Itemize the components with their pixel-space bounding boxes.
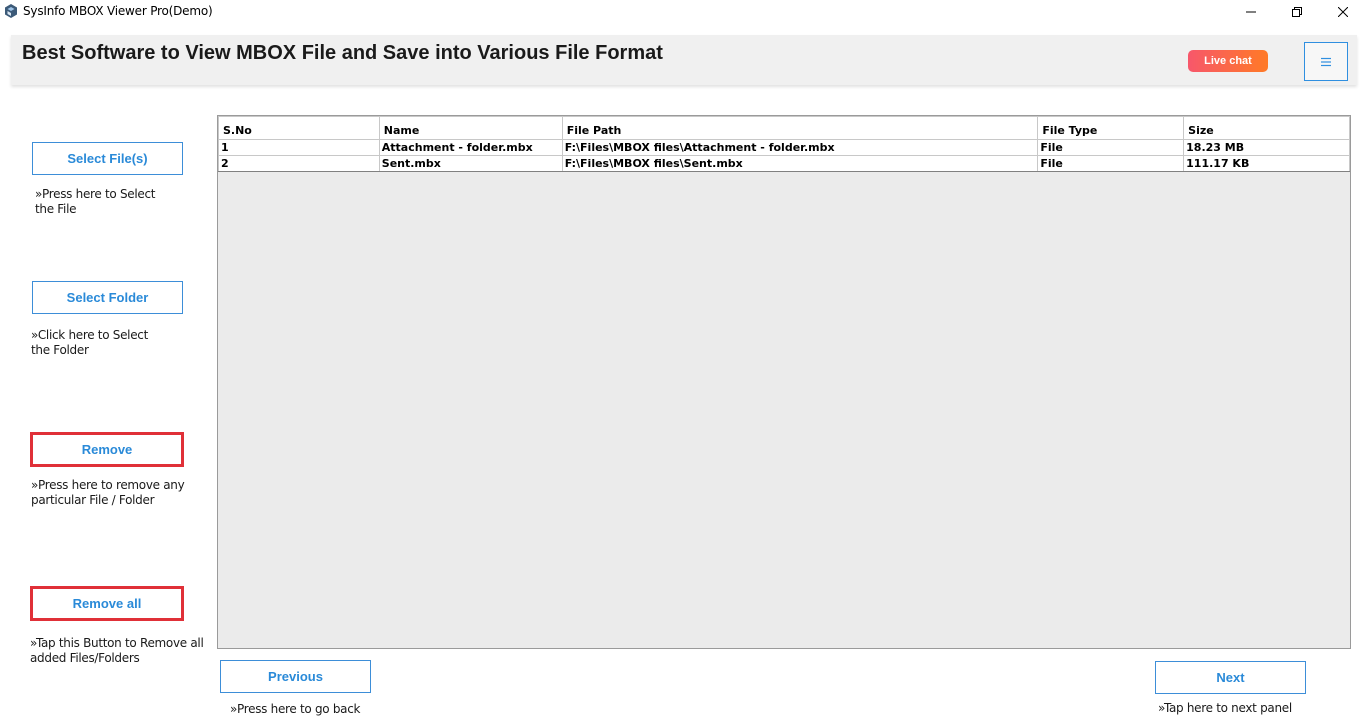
remove-hint: »Press here to remove any particular Fil… — [31, 478, 185, 508]
select-folder-button[interactable]: Select Folder — [32, 281, 183, 314]
remove-hint-line1: »Press here to remove any — [31, 478, 185, 492]
select-files-hint-line2: the File — [35, 202, 77, 216]
menu-button[interactable] — [1304, 42, 1348, 81]
cell-file-path: F:\Files\MBOX files\Attachment - folder.… — [561, 139, 1039, 156]
cell-file-type: File — [1037, 139, 1185, 156]
minimize-icon — [1246, 11, 1256, 13]
column-header-sno[interactable]: S.No — [218, 116, 380, 140]
previous-hint: »Press here to go back — [230, 702, 361, 716]
window-title: SysInfo MBOX Viewer Pro(Demo) — [23, 4, 213, 18]
column-header-file-path[interactable]: File Path — [561, 116, 1039, 140]
file-table: S.No Name File Path File Type Size 1 Att… — [218, 116, 1350, 172]
table-row[interactable]: 2 Sent.mbx F:\Files\MBOX files\Sent.mbx … — [218, 155, 1350, 172]
remove-all-hint-line1: »Tap this Button to Remove all — [30, 636, 204, 650]
header-banner: Best Software to View MBOX File and Save… — [11, 35, 1357, 85]
cell-name: Attachment - folder.mbx — [378, 139, 563, 156]
select-folder-hint-line2: the Folder — [31, 343, 89, 357]
cell-name: Sent.mbx — [378, 155, 563, 172]
table-header-row: S.No Name File Path File Type Size — [218, 116, 1350, 140]
close-icon — [1338, 7, 1348, 17]
cell-sno: 2 — [218, 155, 380, 172]
select-files-hint-line1: »Press here to Select — [35, 187, 156, 201]
column-header-file-type[interactable]: File Type — [1037, 116, 1185, 140]
next-hint: »Tap here to next panel — [1158, 701, 1292, 715]
previous-button[interactable]: Previous — [220, 660, 371, 693]
restore-icon — [1292, 7, 1302, 17]
cell-sno: 1 — [218, 139, 380, 156]
cell-file-path: F:\Files\MBOX files\Sent.mbx — [561, 155, 1039, 172]
close-button[interactable] — [1320, 0, 1366, 24]
select-files-hint: »Press here to Select the File — [35, 187, 155, 217]
cell-size: 18.23 MB — [1183, 139, 1350, 156]
next-button[interactable]: Next — [1155, 661, 1306, 694]
table-row[interactable]: 1 Attachment - folder.mbx F:\Files\MBOX … — [218, 139, 1350, 156]
remove-all-hint: »Tap this Button to Remove all added Fil… — [30, 636, 204, 666]
column-header-size[interactable]: Size — [1183, 116, 1350, 140]
page-title: Best Software to View MBOX File and Save… — [22, 42, 663, 64]
select-folder-hint: »Click here to Select the Folder — [31, 328, 148, 358]
remove-all-button[interactable]: Remove all — [30, 586, 184, 621]
hamburger-icon — [1321, 57, 1331, 66]
cell-size: 111.17 KB — [1183, 155, 1350, 172]
column-header-name[interactable]: Name — [378, 116, 563, 140]
remove-button[interactable]: Remove — [30, 432, 184, 467]
live-chat-button[interactable]: Live chat — [1188, 50, 1268, 72]
select-files-button[interactable]: Select File(s) — [32, 142, 183, 175]
minimize-button[interactable] — [1228, 0, 1274, 24]
file-list-panel[interactable]: S.No Name File Path File Type Size 1 Att… — [217, 115, 1351, 649]
title-bar: SysInfo MBOX Viewer Pro(Demo) — [0, 0, 1366, 24]
select-folder-hint-line1: »Click here to Select — [31, 328, 148, 342]
maximize-button[interactable] — [1274, 0, 1320, 24]
app-logo-icon — [5, 4, 17, 18]
remove-all-hint-line2: added Files/Folders — [30, 651, 140, 665]
cell-file-type: File — [1037, 155, 1185, 172]
remove-hint-line2: particular File / Folder — [31, 493, 155, 507]
